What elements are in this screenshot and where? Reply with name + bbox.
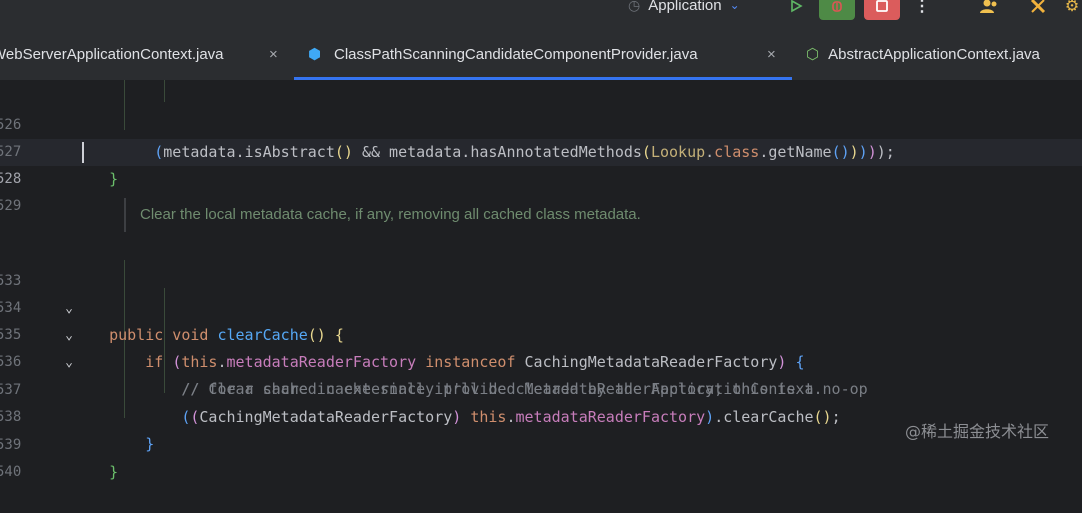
plugin-icon: ⚙ [1064, 0, 1080, 15]
more-actions-button[interactable]: ⋮ [910, 0, 934, 20]
code-line: 526 (metadata.isAbstract() && metadata.h… [0, 85, 1082, 161]
tab-classpath-scanning-provider[interactable]: ⬢ ClassPathScanningCandidateComponentPro… [294, 28, 792, 80]
run-icon [791, 0, 803, 13]
close-icon[interactable]: × [767, 46, 776, 63]
code-line: 537 ((CachingMetadataReaderFactory) this… [0, 350, 1082, 426]
tools-icon [1030, 0, 1046, 14]
run-configuration-label: Application [648, 0, 722, 14]
code-line: 529 [0, 166, 1082, 214]
code-line: 538 } [0, 377, 1082, 453]
code-line: 533 ⌄ public void clearCache() { [0, 241, 1082, 344]
main-toolbar: ◷ Application ⌄ ⋮ ⚙ [0, 0, 1082, 28]
code-line: 527 } [0, 112, 1082, 188]
line-number: 529 [0, 198, 22, 214]
code-line: 536 // for a shared cache since it'll be… [0, 322, 1082, 398]
run-button[interactable] [784, 0, 808, 20]
code-line: 535 ⌄ // Clear cache in externally provi… [0, 295, 1082, 398]
abstract-class-icon: ⬡ [806, 46, 820, 63]
code-text: } [109, 463, 119, 481]
text-cursor [82, 142, 84, 163]
debug-icon [832, 1, 842, 12]
editor-tab-bar: WebServerApplicationContext.java × ⬢ Cla… [0, 28, 1082, 81]
debug-button[interactable] [819, 0, 855, 20]
java-class-icon: ⬢ [308, 46, 322, 63]
tab-label: ClassPathScanningCandidateComponentProvi… [334, 45, 698, 63]
people-icon [980, 0, 997, 13]
tab-label: WebServerApplicationContext.java [0, 45, 224, 63]
watermark: @稀土掘金技术社区 [905, 422, 1050, 441]
stop-icon [876, 0, 888, 12]
code-editor[interactable]: 526 (metadata.isAbstract() && metadata.h… [0, 80, 1082, 481]
stop-button[interactable] [864, 0, 900, 20]
code-line: 528 [0, 139, 1082, 187]
clock-icon: ◷ [628, 0, 641, 13]
more-vertical-icon: ⋮ [914, 0, 930, 15]
extra-toolbar-button[interactable]: ⚙ [1060, 0, 1082, 20]
chevron-down-icon: ⌄ [729, 0, 740, 12]
code-with-me-button[interactable] [975, 0, 1003, 20]
tab-label: AbstractApplicationContext.java [828, 45, 1040, 63]
rendered-doc-comment[interactable]: Clear the local metadata cache, if any, … [124, 198, 641, 232]
run-configuration-selector[interactable]: ◷ Application ⌄ [628, 0, 740, 16]
line-number: 540 [0, 464, 22, 480]
tab-webserver-application-context[interactable]: WebServerApplicationContext.java × [0, 28, 278, 80]
code-line: 534 ⌄ if (this.metadataReaderFactory ins… [0, 268, 1082, 371]
close-icon[interactable]: × [269, 46, 278, 63]
tools-button[interactable] [1024, 0, 1052, 20]
tab-abstract-application-context[interactable]: ⬡ AbstractApplicationContext.java [806, 28, 1040, 80]
